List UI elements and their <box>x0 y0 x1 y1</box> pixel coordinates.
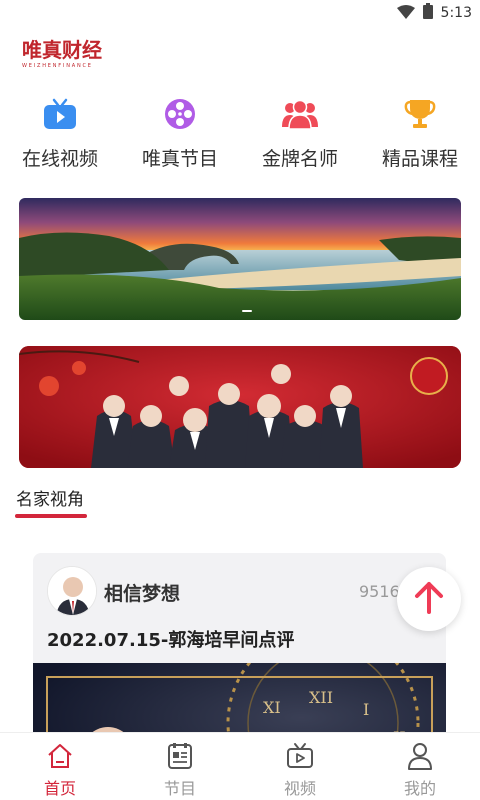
quick-nav-label: 精品课程 <box>381 148 458 170</box>
brand-name: 唯真财经 <box>22 38 102 62</box>
battery-icon <box>422 3 433 23</box>
tab-video[interactable]: 视频 <box>240 733 360 800</box>
trophy-icon <box>402 96 438 132</box>
card-headline[interactable]: 2022.07.15-郭海培早间点评 <box>47 626 294 652</box>
svg-text:I: I <box>363 700 369 719</box>
banner-image <box>19 198 461 320</box>
quick-nav-label: 唯真节目 <box>141 148 218 170</box>
quick-nav: 在线视频 唯真节目 金牌名师 精品课程 <box>0 96 480 176</box>
tab-label: 视频 <box>283 779 316 798</box>
card-view-count: 9516 <box>359 582 400 601</box>
section-tab-indicator <box>15 514 87 518</box>
user-icon <box>405 741 435 771</box>
tab-home[interactable]: 首页 <box>0 733 120 800</box>
home-icon <box>45 741 75 771</box>
tab-profile[interactable]: 我的 <box>360 733 480 800</box>
film-reel-icon <box>162 96 198 132</box>
quick-nav-online-video[interactable]: 在线视频 <box>5 96 115 176</box>
status-bar: 5:13 <box>0 0 480 24</box>
banner-carousel[interactable] <box>19 198 461 320</box>
status-time: 5:13 <box>440 5 472 21</box>
quick-nav-courses[interactable]: 精品课程 <box>365 96 475 176</box>
svg-text:XII: XII <box>309 688 333 707</box>
brand-logo: 唯真财经 WEIZHENFINANCE <box>22 38 114 70</box>
promo-banner[interactable] <box>19 346 461 468</box>
tab-label: 节目 <box>163 779 196 798</box>
people-icon <box>282 96 318 132</box>
scroll-to-top-button[interactable] <box>397 567 461 631</box>
bottom-tab-bar: 首页 节目 视频 我的 <box>0 732 480 800</box>
arrow-up-icon <box>414 580 444 618</box>
quick-nav-label: 金牌名师 <box>261 148 338 170</box>
brand-subtitle: WEIZHENFINANCE <box>22 63 93 69</box>
section-title[interactable]: 名家视角 <box>16 485 84 510</box>
promo-image <box>19 346 461 468</box>
video-icon <box>285 741 315 771</box>
tv-icon <box>42 96 78 132</box>
tab-label: 首页 <box>43 779 76 798</box>
tab-label: 我的 <box>403 779 436 798</box>
svg-text:XI: XI <box>263 698 281 717</box>
card-author: 相信梦想 <box>104 583 181 605</box>
quick-nav-label: 在线视频 <box>21 148 98 170</box>
tab-programs[interactable]: 节目 <box>120 733 240 800</box>
wifi-icon <box>396 4 415 23</box>
avatar[interactable] <box>47 566 97 616</box>
program-icon <box>165 741 195 771</box>
quick-nav-programs[interactable]: 唯真节目 <box>125 96 235 176</box>
quick-nav-teachers[interactable]: 金牌名师 <box>245 96 355 176</box>
carousel-indicator <box>242 310 252 312</box>
